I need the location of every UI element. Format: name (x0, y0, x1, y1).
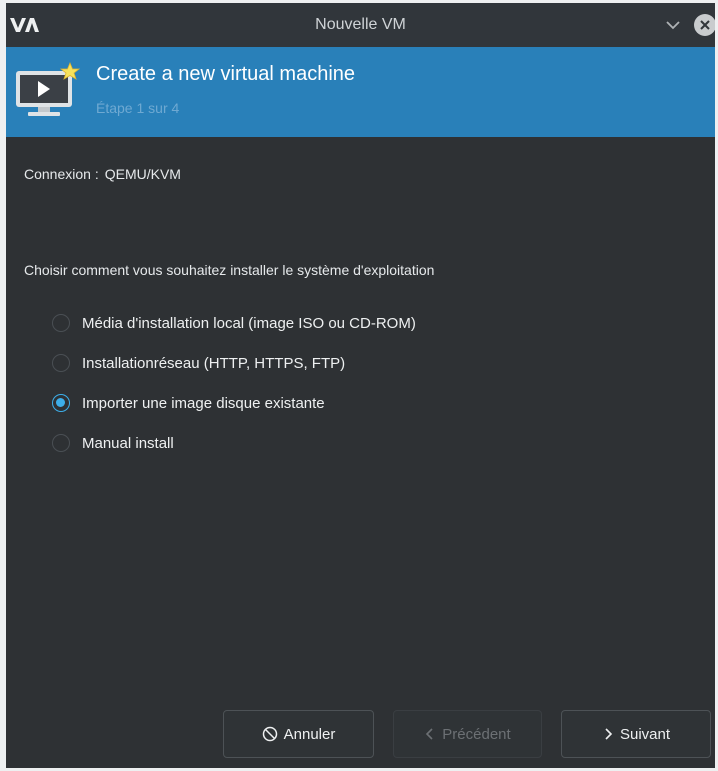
option-local-media[interactable]: Média d'installation local (image ISO ou… (52, 303, 416, 343)
next-button[interactable]: Suivant (561, 710, 711, 758)
chevron-left-icon (424, 726, 436, 742)
connection-label: Connexion : (24, 166, 99, 182)
option-local-media-label[interactable]: Média d'installation local (image ISO ou… (82, 315, 416, 332)
connection-info: Connexion : QEMU/KVM (24, 166, 181, 182)
radio-network-install[interactable] (52, 354, 70, 372)
chevron-down-icon[interactable] (662, 15, 684, 35)
cancel-button-label: Annuler (283, 725, 336, 743)
window-title: Nouvelle VM (315, 16, 406, 33)
chevron-right-icon (602, 726, 614, 742)
radio-import-disk[interactable] (52, 394, 70, 412)
radio-manual-install[interactable] (52, 434, 70, 452)
close-icon[interactable] (694, 14, 715, 36)
previous-button[interactable]: Précédent (393, 710, 542, 758)
radio-local-media[interactable] (52, 314, 70, 332)
virtual-machine-new-icon (16, 61, 80, 116)
option-manual-install[interactable]: Manual install (52, 423, 416, 463)
new-vm-dialog: Nouvelle VM Create a new virtual machine… (6, 3, 715, 768)
wizard-header: Create a new virtual machine Étape 1 sur… (6, 47, 715, 137)
option-network-install[interactable]: Installationréseau (HTTP, HTTPS, FTP) (52, 343, 416, 383)
option-import-disk-label[interactable]: Importer une image disque existante (82, 395, 325, 412)
cancel-button[interactable]: Annuler (223, 710, 374, 758)
next-button-label: Suivant (619, 725, 671, 743)
option-network-install-label[interactable]: Installationréseau (HTTP, HTTPS, FTP) (82, 355, 345, 372)
option-manual-install-label[interactable]: Manual install (82, 435, 174, 452)
option-import-disk[interactable]: Importer une image disque existante (52, 383, 416, 423)
connection-value: QEMU/KVM (104, 166, 181, 182)
previous-button-label: Précédent (442, 725, 511, 743)
install-method-prompt: Choisir comment vous souhaitez installer… (24, 262, 435, 278)
wizard-step: Étape 1 sur 4 (96, 100, 180, 116)
install-method-group: Média d'installation local (image ISO ou… (52, 303, 416, 463)
titlebar[interactable]: Nouvelle VM (6, 3, 715, 47)
cancel-circle-icon (262, 726, 278, 742)
wizard-title: Create a new virtual machine (96, 63, 356, 85)
